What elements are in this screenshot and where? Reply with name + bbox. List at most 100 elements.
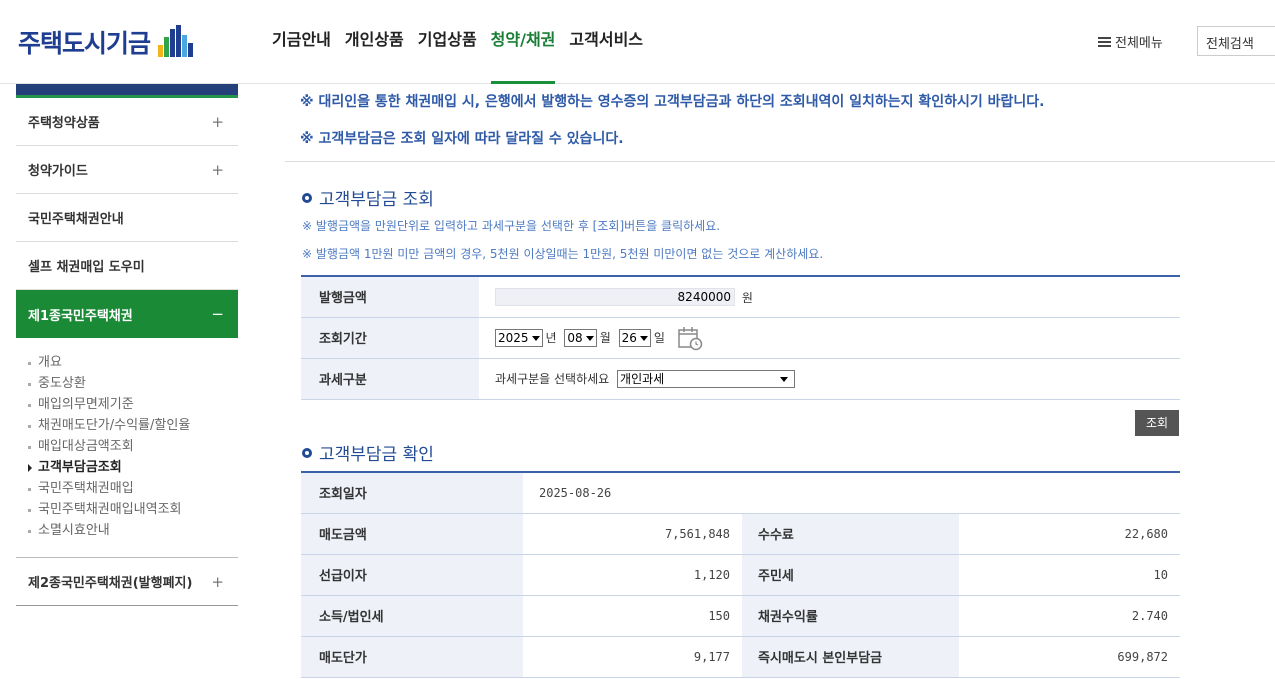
submenu-item-bond-purchase[interactable]: 국민주택채권매입 [28,478,238,499]
form-row-period: 조회기간 2025 년 08 월 26 일 [301,317,1180,359]
sidebar-item-type2-bond[interactable]: 제2종국민주택채권(발행폐지) + [16,558,238,606]
table-row: 매도단가 9,177 즉시매도시 본인부담금 699,872 [301,636,1180,678]
logo-mark-icon [158,25,196,59]
month-unit: 월 [599,331,611,345]
dropdown-caret-icon [585,335,594,341]
year-select[interactable]: 2025 [495,328,543,347]
site-header: 주택도시기금 기금안내 개인상품 기업상품 청약/채권 고객서비스 전체메뉴 전… [0,0,1275,84]
hamburger-icon [1098,36,1111,47]
gnb-fund-info[interactable]: 기금안내 [272,0,331,84]
left-sidebar: 주택청약상품 + 청약가이드 + 국민주택채권안내 셀프 채권매입 도우미 제1… [16,84,238,606]
sidebar-item-label: 제2종국민주택채권(발행폐지) [28,576,193,591]
day-select[interactable]: 26 [618,328,651,347]
sale-price-value: 9,177 [523,636,742,678]
submenu-item-target-amount[interactable]: 매입대상금액조회 [28,436,238,457]
global-nav: 기금안내 개인상품 기업상품 청약/채권 고객서비스 [272,0,657,84]
query-form-table: 발행금액 8240000 원 조회기간 2025 년 08 월 26 일 과세구분 과… [301,275,1180,400]
site-logo[interactable]: 주택도시기금 [18,24,196,60]
prepaid-interest-value: 1,120 [523,554,742,596]
sidebar-item-label: 셀프 채권매입 도우미 [28,260,145,275]
submenu-item-overview[interactable]: 개요 [28,352,238,373]
amount-unit: 원 [741,290,753,305]
submenu-item-sale-price-yield[interactable]: 채권매도단가/수익률/할인율 [28,415,238,436]
sidebar-item-self-purchase-helper[interactable]: 셀프 채권매입 도우미 [16,242,238,290]
query-section-title: 고객부담금 조회 [302,185,434,210]
amount-cell: 8240000 원 [479,276,1180,318]
day-value: 26 [621,330,637,345]
sidebar-submenu: 개요 중도상환 매입의무면제기준 채권매도단가/수익률/할인율 매입대상금액조회… [16,338,238,558]
tax-value: 개인과세 [620,371,665,386]
gnb-personal-products[interactable]: 개인상품 [345,0,404,84]
guide-line-2: ※ 발행금액 1만원 미만 금액의 경우, 5천원 이상일때는 1만원, 5천원… [302,247,824,261]
immediate-sale-charge-value: 699,872 [959,636,1180,678]
period-cell: 2025 년 08 월 26 일 [479,317,1180,359]
income-tax-label: 소득/법인세 [301,595,523,637]
result-title-text: 고객부담금 확인 [319,445,434,465]
sidebar-item-label: 제1종국민주택채권 [28,308,133,324]
notice-agent-purchase: ※ 대리인을 통한 채권매입 시, 은행에서 발행하는 영수증의 고객부담금과 … [300,94,1045,110]
submenu-item-customer-charge[interactable]: 고객부담금조회 [28,457,238,478]
submenu-item-early-repayment[interactable]: 중도상환 [28,373,238,394]
divider [285,161,1275,162]
sidebar-item-subscription-products[interactable]: 주택청약상품 + [16,98,238,146]
collapse-minus-icon[interactable]: − [211,305,224,323]
submenu-item-purchase-history[interactable]: 국민주택채권매입내역조회 [28,499,238,520]
tax-cell: 과세구분을 선택하세요 개인과세 [479,358,1180,400]
sidebar-top-bar [16,84,238,98]
bond-yield-label: 채권수익률 [742,595,959,637]
month-value: 08 [567,330,583,345]
year-unit: 년 [545,331,557,345]
bullet-circle-icon [302,192,312,203]
dropdown-caret-icon [531,335,540,341]
sidebar-item-label: 국민주택채권안내 [28,212,124,227]
expand-plus-icon[interactable]: + [211,573,224,591]
form-row-amount: 발행금액 8240000 원 [301,276,1180,318]
expand-plus-icon[interactable]: + [211,161,224,179]
submenu-item-prescription[interactable]: 소멸시효안내 [28,520,238,541]
table-row: 선급이자 1,120 주민세 10 [301,554,1180,596]
result-section-title: 고객부담금 확인 [302,440,434,465]
table-row: 조회일자 2025-08-26 [301,472,1180,514]
query-title-text: 고객부담금 조회 [319,190,434,210]
fee-value: 22,680 [959,513,1180,555]
expand-plus-icon[interactable]: + [211,113,224,131]
bond-yield-value: 2.740 [959,595,1180,637]
sale-amount-label: 매도금액 [301,513,523,555]
year-value: 2025 [498,330,529,345]
all-menu-button[interactable]: 전체메뉴 [1098,32,1163,51]
month-select[interactable]: 08 [564,328,597,347]
all-menu-label: 전체메뉴 [1115,36,1163,51]
site-search-button[interactable]: 전체검색 [1197,26,1275,56]
amount-input[interactable]: 8240000 [495,287,735,306]
result-table: 조회일자 2025-08-26 매도금액 7,561,848 수수료 22,68… [301,471,1180,678]
sidebar-item-label: 주택청약상품 [28,116,100,131]
calendar-icon[interactable] [677,325,703,351]
gnb-customer-service[interactable]: 고객서비스 [569,0,643,84]
notice-charge-varies: ※ 고객부담금은 조회 일자에 따라 달라질 수 있습니다. [300,131,624,147]
sidebar-item-subscription-guide[interactable]: 청약가이드 + [16,146,238,194]
sidebar-item-type1-bond[interactable]: 제1종국민주택채권 − [16,290,238,338]
sidebar-item-bond-info[interactable]: 국민주택채권안내 [16,194,238,242]
immediate-sale-charge-label: 즉시매도시 본인부담금 [742,636,959,678]
bullet-circle-icon [302,447,312,458]
fee-label: 수수료 [742,513,959,555]
gnb-subscription-bonds[interactable]: 청약/채권 [490,0,555,84]
tax-type-select[interactable]: 개인과세 [617,369,796,388]
tax-label: 과세구분 [301,358,479,400]
sale-amount-value: 7,561,848 [523,513,742,555]
submenu-item-exemption-criteria[interactable]: 매입의무면제기준 [28,394,238,415]
dropdown-caret-icon [780,376,789,382]
income-tax-value: 150 [523,595,742,637]
table-row: 매도금액 7,561,848 수수료 22,680 [301,513,1180,555]
period-label: 조회기간 [301,317,479,359]
gnb-business-products[interactable]: 기업상품 [418,0,477,84]
date-label: 조회일자 [301,472,523,514]
resident-tax-label: 주민세 [742,554,959,596]
resident-tax-value: 10 [959,554,1180,596]
sidebar-item-label: 청약가이드 [28,164,88,179]
sale-price-label: 매도단가 [301,636,523,678]
amount-label: 발행금액 [301,276,479,318]
table-row: 소득/법인세 150 채권수익률 2.740 [301,595,1180,637]
query-button[interactable]: 조회 [1135,410,1179,436]
tax-prompt: 과세구분을 선택하세요 [495,372,610,386]
